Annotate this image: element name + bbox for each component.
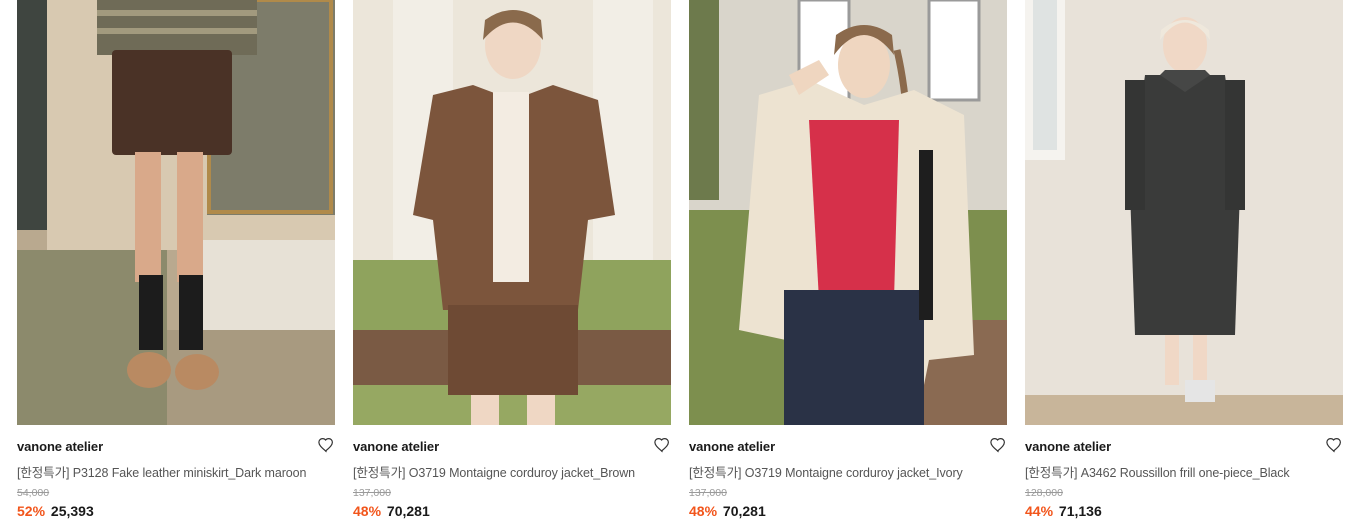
brand-name[interactable]: vanone atelier [353,439,439,454]
original-price: 128,000 [1025,487,1063,499]
discount-rate: 48% [353,503,382,519]
sale-price: 25,393 [50,503,94,519]
heart-icon[interactable] [1325,436,1343,454]
brand-row: vanone atelier [353,438,671,456]
product-name[interactable]: [한정특가] O3719 Montaigne corduroy jacket_B… [353,462,671,481]
product-grid: vanone atelier [한정특가] P3128 Fake leather… [17,0,1343,532]
brand-name[interactable]: vanone atelier [689,439,775,454]
heart-icon[interactable] [653,436,671,454]
product-card[interactable]: vanone atelier [한정특가] A3462 Roussillon f… [1025,0,1343,532]
original-price: 137,000 [689,487,727,499]
product-name[interactable]: [한정특가] A3462 Roussillon frill one-piece_… [1025,462,1343,481]
price-row: 44% 71,136 [1025,503,1102,519]
product-image[interactable] [689,0,1007,425]
heart-icon[interactable] [989,436,1007,454]
product-card[interactable]: vanone atelier [한정특가] O3719 Montaigne co… [353,0,671,532]
price-row: 48% 70,281 [353,503,430,519]
product-name[interactable]: [한정특가] P3128 Fake leather miniskirt_Dark… [17,462,335,481]
original-price: 54,000 [17,487,50,499]
discount-rate: 48% [689,503,718,519]
product-card[interactable]: vanone atelier [한정특가] P3128 Fake leather… [17,0,335,532]
product-name[interactable]: [한정특가] O3719 Montaigne corduroy jacket_I… [689,462,1007,481]
price-row: 52% 25,393 [17,503,94,519]
original-price: 137,000 [353,487,391,499]
brand-name[interactable]: vanone atelier [17,439,103,454]
price-row: 48% 70,281 [689,503,766,519]
sale-price: 71,136 [1058,503,1102,519]
product-image[interactable] [17,0,335,425]
sale-price: 70,281 [722,503,766,519]
heart-icon[interactable] [317,436,335,454]
brand-row: vanone atelier [17,438,335,456]
sale-price: 70,281 [386,503,430,519]
product-image[interactable] [353,0,671,425]
product-card[interactable]: vanone atelier [한정특가] O3719 Montaigne co… [689,0,1007,532]
product-image[interactable] [1025,0,1343,425]
brand-name[interactable]: vanone atelier [1025,439,1111,454]
discount-rate: 52% [17,503,46,519]
brand-row: vanone atelier [1025,438,1343,456]
discount-rate: 44% [1025,503,1054,519]
brand-row: vanone atelier [689,438,1007,456]
